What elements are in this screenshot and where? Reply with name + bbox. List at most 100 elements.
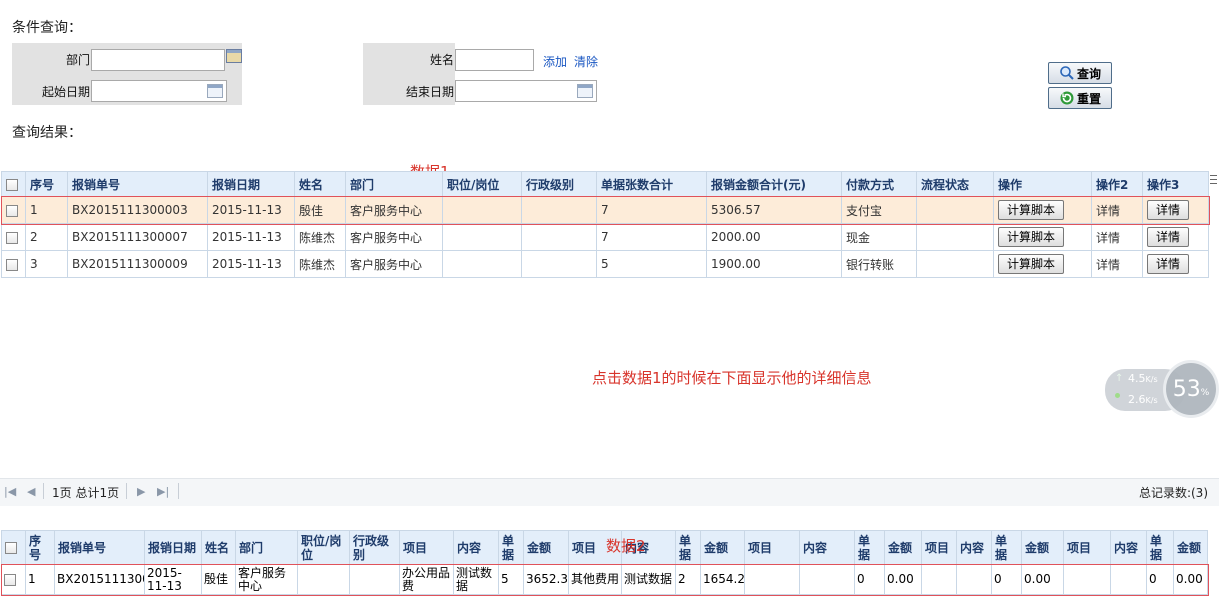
detail-col-header[interactable]: 部门 <box>235 530 298 565</box>
first-page-icon[interactable]: |◀ <box>4 485 16 498</box>
detail-button[interactable]: 详情 <box>1147 227 1190 247</box>
upload-arrow-icon: ↑ <box>1115 373 1124 384</box>
detail-select-all-cell[interactable] <box>1 530 26 565</box>
col-header[interactable]: 职位/岗位 <box>442 171 522 197</box>
cell-count: 5 <box>596 250 707 278</box>
detail-col-header[interactable]: 金额 <box>700 530 745 565</box>
detail-cell <box>799 564 855 595</box>
col-header[interactable]: 序号 <box>25 171 68 197</box>
cell-status <box>916 196 994 224</box>
cell-date: 2015-11-13 <box>207 223 295 251</box>
detail-cell: 2015-11-13 <box>144 564 202 595</box>
calc-script-button[interactable]: 计算脚本 <box>998 254 1065 274</box>
row-checkbox[interactable] <box>6 231 18 244</box>
reset-button[interactable]: 重置 <box>1048 87 1112 109</box>
detail-col-header[interactable]: 内容 <box>453 530 499 565</box>
detail-col-header[interactable]: 行政级别 <box>349 530 400 565</box>
detail-col-header[interactable]: 金额 <box>523 530 569 565</box>
col-header[interactable]: 付款方式 <box>841 171 917 197</box>
detail-cell <box>744 564 800 595</box>
calc-script-button[interactable]: 计算脚本 <box>998 227 1065 247</box>
start-date-input[interactable] <box>91 80 227 102</box>
detail-col-header[interactable]: 内容 <box>1110 530 1147 565</box>
select-all-cell[interactable] <box>1 171 26 197</box>
detail-col-header[interactable]: 金额 <box>1173 530 1208 565</box>
table-row[interactable]: 2 BX2015111300007 2015-11-13 陈维杰 客户服务中心 … <box>1 223 1209 251</box>
cell-date: 2015-11-13 <box>207 250 295 278</box>
detail-row[interactable]: 1 BX2015111300003 2015-11-13 殷佳 客户服务中心 办… <box>0 563 1209 596</box>
row-checkbox[interactable] <box>6 204 18 217</box>
col-header[interactable]: 报销金额合计(元) <box>706 171 842 197</box>
prev-page-icon[interactable]: ◀ <box>27 485 35 498</box>
detail-col-header[interactable]: 金额 <box>884 530 922 565</box>
add-link[interactable]: 添加 <box>543 53 567 70</box>
detail-col-header[interactable]: 单据 <box>675 530 701 565</box>
row-select-cell[interactable] <box>1 250 26 278</box>
detail-col-header[interactable]: 职位/岗位 <box>297 530 350 565</box>
select-all-checkbox[interactable] <box>5 542 17 554</box>
calendar-icon[interactable] <box>207 84 223 98</box>
cell-level <box>521 196 597 224</box>
cell-name: 殷佳 <box>294 196 346 224</box>
detail-col-header[interactable]: 金额 <box>1021 530 1064 565</box>
detail-col-header[interactable]: 姓名 <box>201 530 236 565</box>
detail-col-header[interactable]: 序号 <box>25 530 55 565</box>
end-date-input[interactable] <box>455 80 597 102</box>
next-page-icon[interactable]: ▶ <box>137 485 145 498</box>
detail-button[interactable]: 详情 <box>1147 254 1190 274</box>
detail-cell: 2 <box>675 564 701 595</box>
detail-col-header[interactable]: 单据 <box>854 530 885 565</box>
dept-picker-icon[interactable] <box>226 48 242 64</box>
col-header[interactable]: 姓名 <box>294 171 346 197</box>
detail-col-header[interactable]: 单据 <box>1146 530 1174 565</box>
download-unit: K/s <box>1145 396 1158 405</box>
detail-cell: 测试数据 <box>453 564 499 595</box>
table-row[interactable]: 1 BX2015111300003 2015-11-13 殷佳 客户服务中心 7… <box>0 195 1210 225</box>
dept-input[interactable] <box>91 49 225 71</box>
detail-col-header[interactable]: 报销日期 <box>144 530 202 565</box>
name-input[interactable] <box>455 49 534 71</box>
detail-col-header[interactable]: 项目 <box>399 530 454 565</box>
col-header[interactable]: 部门 <box>345 171 443 197</box>
row-checkbox[interactable] <box>6 258 18 271</box>
detail-cell: 0.00 <box>1173 564 1208 595</box>
search-button-label: 查询 <box>1076 66 1101 81</box>
detail-button[interactable]: 详情 <box>1147 200 1190 220</box>
detail-col-header[interactable]: 内容 <box>956 530 992 565</box>
col-header[interactable]: 单据张数合计 <box>596 171 707 197</box>
clear-link[interactable]: 清除 <box>574 53 598 70</box>
detail-col-header[interactable]: 项目 <box>1063 530 1111 565</box>
detail-table: 序号 报销单号 报销日期 姓名 部门 职位/岗位 行政级别 项目 内容 单据 金… <box>0 530 1209 596</box>
cell-op2[interactable]: 详情 <box>1091 250 1143 278</box>
last-page-icon[interactable]: ▶| <box>157 485 169 498</box>
row-select-cell[interactable] <box>1 223 26 251</box>
detail-col-header[interactable]: 单据 <box>991 530 1022 565</box>
col-header[interactable]: 流程状态 <box>916 171 994 197</box>
calendar-icon[interactable] <box>577 84 593 98</box>
cell-no: 2 <box>25 223 68 251</box>
row-select-cell[interactable] <box>1 196 26 224</box>
detail-col-header[interactable]: 单据 <box>498 530 524 565</box>
cell-op2[interactable]: 详情 <box>1091 223 1143 251</box>
results-section-title: 查询结果： <box>12 125 82 141</box>
table-row[interactable]: 3 BX2015111300009 2015-11-13 陈维杰 客户服务中心 … <box>1 250 1209 278</box>
cell-op2[interactable]: 详情 <box>1091 196 1143 224</box>
calc-script-button[interactable]: 计算脚本 <box>998 200 1065 220</box>
col-header[interactable]: 操作3 <box>1142 171 1209 197</box>
col-header[interactable]: 操作2 <box>1091 171 1143 197</box>
row-checkbox[interactable] <box>4 573 16 586</box>
search-button[interactable]: 查询 <box>1048 62 1112 84</box>
select-all-checkbox[interactable] <box>6 178 18 191</box>
cpu-usage-circle[interactable]: 53% <box>1163 360 1219 418</box>
usage-percent-unit: % <box>1200 388 1210 398</box>
col-header[interactable]: 行政级别 <box>521 171 597 197</box>
detail-col-header[interactable]: 项目 <box>921 530 957 565</box>
col-header[interactable]: 报销日期 <box>207 171 295 197</box>
detail-select-cell[interactable] <box>1 564 26 595</box>
detail-col-header[interactable]: 报销单号 <box>54 530 145 565</box>
detail-col-header[interactable]: 项目 <box>744 530 800 565</box>
resize-handle-icon[interactable] <box>1210 175 1217 184</box>
col-header[interactable]: 报销单号 <box>67 171 208 197</box>
detail-col-header[interactable]: 内容 <box>799 530 855 565</box>
col-header[interactable]: 操作 <box>993 171 1092 197</box>
